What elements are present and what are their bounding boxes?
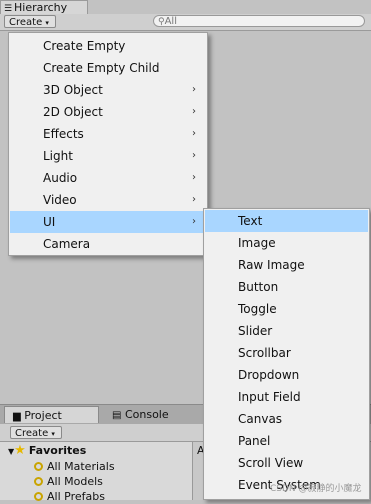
submenu-item-label: Raw Image bbox=[238, 258, 305, 272]
menu-item-label: UI bbox=[43, 215, 56, 229]
search-input[interactable]: ⚲All bbox=[153, 15, 365, 27]
tab-project-label: Project bbox=[24, 409, 62, 422]
watermark: CSDN @寂静的小魔龙 bbox=[270, 484, 362, 494]
menu-item-label: Video bbox=[43, 193, 77, 207]
submenu-item-text[interactable]: Text bbox=[205, 210, 368, 232]
favorite-item[interactable]: All Prefabs bbox=[34, 489, 105, 504]
submenu-item-dropdown[interactable]: Dropdown bbox=[205, 364, 368, 386]
tab-console-label: Console bbox=[124, 408, 169, 421]
submenu-item-scrollbar[interactable]: Scrollbar bbox=[205, 342, 368, 364]
submenu-item-slider[interactable]: Slider bbox=[205, 320, 368, 342]
menu-item-3d-object[interactable]: 3D Object › bbox=[10, 79, 206, 101]
menu-item-create-empty-child[interactable]: Create Empty Child bbox=[10, 57, 206, 79]
menu-item-label: Create Empty Child bbox=[43, 61, 160, 75]
menu-item-camera[interactable]: Camera bbox=[10, 233, 206, 255]
project-create-button[interactable]: Create ▾ bbox=[10, 426, 62, 439]
submenu-item-canvas[interactable]: Canvas bbox=[205, 408, 368, 430]
submenu-item-scroll-view[interactable]: Scroll View bbox=[205, 452, 368, 474]
submenu-item-label: Canvas bbox=[238, 412, 283, 426]
favorites-header[interactable]: ▼★ Favorites bbox=[8, 443, 86, 458]
create-context-menu: Create Empty Create Empty Child 3D Objec… bbox=[8, 32, 208, 256]
menu-item-audio[interactable]: Audio › bbox=[10, 167, 206, 189]
menu-item-label: 2D Object bbox=[43, 105, 103, 119]
menu-item-label: Light bbox=[43, 149, 73, 163]
chevron-right-icon: › bbox=[192, 84, 196, 95]
dropdown-arrow-icon: ▾ bbox=[45, 19, 49, 27]
menu-item-label: Create Empty bbox=[43, 39, 126, 53]
submenu-item-label: Dropdown bbox=[238, 368, 300, 382]
submenu-item-input-field[interactable]: Input Field bbox=[205, 386, 368, 408]
search-placeholder: All bbox=[164, 16, 177, 27]
submenu-item-label: Button bbox=[238, 280, 279, 294]
create-button-label: Create bbox=[9, 17, 43, 28]
search-icon: ⚲ bbox=[158, 17, 165, 27]
favorite-item[interactable]: All Materials bbox=[34, 459, 115, 474]
submenu-item-toggle[interactable]: Toggle bbox=[205, 298, 368, 320]
chevron-right-icon: › bbox=[192, 106, 196, 117]
submenu-item-label: Slider bbox=[238, 324, 273, 338]
project-create-label: Create bbox=[15, 428, 49, 439]
menu-item-label: Effects bbox=[43, 127, 84, 141]
tab-hierarchy-label: Hierarchy bbox=[14, 1, 68, 14]
ui-submenu: Text Image Raw Image Button Toggle Slide… bbox=[203, 208, 370, 500]
favorite-item-label: All Models bbox=[47, 475, 103, 488]
menu-item-video[interactable]: Video › bbox=[10, 189, 206, 211]
chevron-right-icon: › bbox=[192, 216, 196, 227]
menu-item-effects[interactable]: Effects › bbox=[10, 123, 206, 145]
submenu-item-label: Scrollbar bbox=[238, 346, 291, 360]
favorite-item-label: All Materials bbox=[47, 460, 115, 473]
search-icon bbox=[34, 462, 43, 471]
submenu-item-label: Input Field bbox=[238, 390, 301, 404]
search-icon bbox=[34, 477, 43, 486]
console-icon: ▤ bbox=[112, 410, 122, 421]
submenu-item-label: Text bbox=[238, 214, 263, 228]
chevron-right-icon: › bbox=[192, 172, 196, 183]
menu-item-light[interactable]: Light › bbox=[10, 145, 206, 167]
favorites-label: Favorites bbox=[28, 444, 87, 457]
tab-project[interactable]: ▆ Project bbox=[4, 406, 99, 423]
star-icon: ★ bbox=[14, 443, 26, 458]
create-button[interactable]: Create ▾ bbox=[4, 15, 56, 28]
favorite-item[interactable]: All Models bbox=[34, 474, 103, 489]
chevron-right-icon: › bbox=[192, 128, 196, 139]
menu-item-label: 3D Object bbox=[43, 83, 103, 97]
submenu-item-label: Toggle bbox=[238, 302, 277, 316]
menu-item-label: Audio bbox=[43, 171, 78, 185]
submenu-item-raw-image[interactable]: Raw Image bbox=[205, 254, 368, 276]
chevron-right-icon: › bbox=[192, 150, 196, 161]
dropdown-arrow-icon: ▾ bbox=[51, 430, 55, 438]
folder-icon: ▆ bbox=[13, 411, 21, 422]
menu-item-ui[interactable]: UI › bbox=[10, 211, 206, 233]
submenu-item-label: Scroll View bbox=[238, 456, 304, 470]
submenu-item-label: Panel bbox=[238, 434, 271, 448]
submenu-item-image[interactable]: Image bbox=[205, 232, 368, 254]
submenu-item-button[interactable]: Button bbox=[205, 276, 368, 298]
favorite-item-label: All Prefabs bbox=[47, 490, 105, 503]
menu-item-2d-object[interactable]: 2D Object › bbox=[10, 101, 206, 123]
chevron-right-icon: › bbox=[192, 194, 196, 205]
menu-item-create-empty[interactable]: Create Empty bbox=[10, 35, 206, 57]
tab-console[interactable]: ▤ Console bbox=[104, 406, 200, 423]
submenu-item-panel[interactable]: Panel bbox=[205, 430, 368, 452]
tab-hierarchy[interactable]: ☰ Hierarchy bbox=[0, 0, 88, 15]
submenu-item-label: Image bbox=[238, 236, 276, 250]
menu-item-label: Camera bbox=[43, 237, 91, 251]
